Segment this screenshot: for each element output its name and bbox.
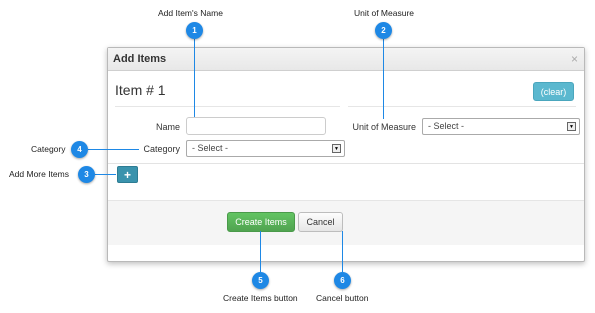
item-name-input[interactable]	[186, 117, 326, 135]
cancel-button[interactable]: Cancel	[298, 212, 343, 232]
annotation-line-5	[260, 231, 261, 272]
category-select[interactable]: - Select - ▼	[186, 140, 345, 157]
annotation-badge-6: 6	[334, 272, 351, 289]
annotation-label-add-more-items: Add More Items	[9, 169, 69, 179]
name-label: Name	[155, 122, 180, 132]
annotation-badge-1: 1	[186, 22, 203, 39]
annotation-line-3	[95, 174, 116, 175]
section-divider	[108, 163, 584, 164]
dialog-footer: Create Items Cancel	[108, 200, 584, 245]
annotation-line-2	[383, 39, 384, 119]
annotation-line-1	[194, 39, 195, 117]
divider	[115, 106, 340, 107]
unit-of-measure-select[interactable]: - Select - ▼	[422, 118, 580, 135]
annotation-badge-5: 5	[252, 272, 269, 289]
unit-of-measure-label: Unit of Measure	[352, 122, 416, 132]
clear-button[interactable]: (clear)	[533, 82, 574, 101]
triangle-down-icon: ▼	[567, 122, 576, 131]
annotation-line-6	[342, 231, 343, 272]
add-more-items-button[interactable]: +	[117, 166, 138, 183]
item-heading: Item # 1	[115, 82, 166, 98]
annotation-badge-3: 3	[78, 166, 95, 183]
annotation-label-unit-of-measure: Unit of Measure	[354, 8, 414, 18]
triangle-down-icon: ▼	[332, 144, 341, 153]
annotation-label-category: Category	[31, 144, 66, 154]
add-items-dialog: Add Items × Item # 1 (clear) Name Unit o…	[107, 47, 585, 262]
category-selected: - Select -	[192, 143, 229, 153]
annotation-label-item-name: Add Item's Name	[158, 8, 223, 18]
annotation-badge-4: 4	[71, 141, 88, 158]
dialog-title: Add Items	[113, 53, 167, 65]
dialog-header: Add Items ×	[108, 48, 584, 71]
annotation-badge-2: 2	[375, 22, 392, 39]
annotation-label-create-items: Create Items button	[223, 293, 298, 303]
annotation-label-cancel: Cancel button	[316, 293, 369, 303]
close-icon[interactable]: ×	[571, 52, 578, 66]
unit-of-measure-selected: - Select -	[428, 121, 465, 131]
create-items-button[interactable]: Create Items	[227, 212, 295, 232]
annotation-line-4	[88, 149, 139, 150]
